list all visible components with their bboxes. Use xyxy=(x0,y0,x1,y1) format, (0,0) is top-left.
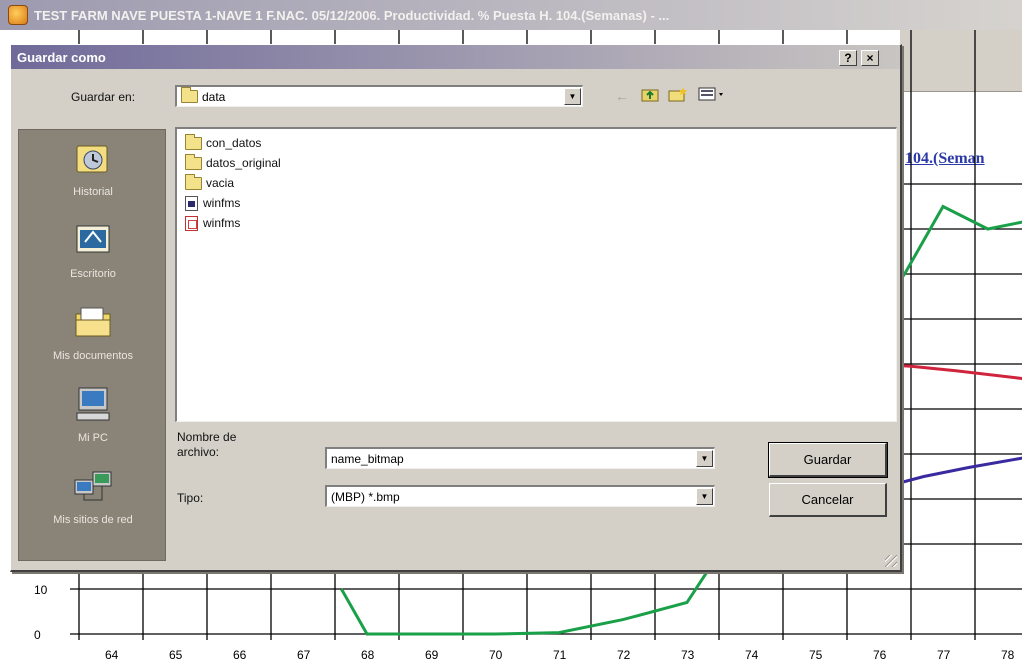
y-tick-label: 0 xyxy=(34,628,41,642)
place-my-documents[interactable]: Mis documentos xyxy=(19,298,167,380)
file-name: winfms xyxy=(203,196,241,210)
place-desktop[interactable]: Escritorio xyxy=(19,216,167,298)
list-item-file[interactable]: winfms xyxy=(181,213,896,233)
place-label: Mis documentos xyxy=(52,350,134,362)
application-icon xyxy=(185,195,198,211)
x-tick-label: 71 xyxy=(553,648,567,662)
dialog-title: Guardar como xyxy=(17,49,106,65)
save-as-dialog: Guardar como ? × Guardar en: data ▼ ← Hi… xyxy=(10,44,902,572)
x-tick-label: 73 xyxy=(681,648,695,662)
list-item-folder[interactable]: con_datos xyxy=(181,133,896,153)
x-tick-label: 65 xyxy=(169,648,183,662)
my-documents-icon xyxy=(75,307,111,337)
x-tick-label: 75 xyxy=(809,648,823,662)
close-button[interactable]: × xyxy=(861,50,879,66)
x-tick-label: 68 xyxy=(361,648,375,662)
folder-icon xyxy=(181,87,198,103)
view-menu-icon[interactable] xyxy=(697,86,727,106)
place-network[interactable]: Mis sitios de red xyxy=(19,462,167,544)
current-folder: data xyxy=(202,89,226,104)
desktop-icon xyxy=(76,225,110,253)
place-history[interactable]: Historial xyxy=(19,134,167,216)
x-tick-label: 69 xyxy=(425,648,439,662)
x-tick-label: 78 xyxy=(1001,648,1015,662)
x-tick-label: 67 xyxy=(297,648,311,662)
x-tick-label: 70 xyxy=(489,648,503,662)
filename-value: name_bitmap xyxy=(331,451,404,466)
places-bar: Historial Escritorio Mis documentos Mi P… xyxy=(18,129,166,561)
x-tick-label: 76 xyxy=(873,648,887,662)
up-folder-icon[interactable] xyxy=(639,86,661,106)
filename-input[interactable]: name_bitmap ▼ xyxy=(325,447,715,469)
file-name: datos_original xyxy=(206,156,281,170)
place-label: Mi PC xyxy=(78,432,108,444)
cancel-button[interactable]: Cancelar xyxy=(769,483,887,517)
dialog-title-bar[interactable]: Guardar como xyxy=(11,45,900,69)
save-in-label: Guardar en: xyxy=(71,90,136,104)
x-tick-label: 77 xyxy=(937,648,951,662)
save-in-combo[interactable]: data ▼ xyxy=(175,85,583,107)
x-tick-label: 64 xyxy=(105,648,119,662)
history-icon xyxy=(76,145,108,173)
place-label: Mis sitios de red xyxy=(53,514,133,526)
folder-icon xyxy=(185,153,202,170)
file-name: vacia xyxy=(206,176,235,190)
chevron-down-icon[interactable]: ▼ xyxy=(696,450,713,467)
place-label: Escritorio xyxy=(70,268,116,280)
file-type-value: (MBP) *.bmp xyxy=(331,489,400,504)
file-type-label: Tipo: xyxy=(177,491,204,505)
my-computer-icon xyxy=(76,387,110,421)
list-item-folder[interactable]: datos_original xyxy=(181,153,896,173)
place-label: Historial xyxy=(73,186,113,198)
help-button[interactable]: ? xyxy=(839,50,857,66)
chevron-down-icon[interactable]: ▼ xyxy=(564,88,581,105)
file-list[interactable]: con_datos datos_original vacia winfms wi… xyxy=(175,127,897,422)
x-tick-label: 74 xyxy=(745,648,759,662)
folder-icon xyxy=(185,133,202,150)
chevron-down-icon[interactable]: ▼ xyxy=(696,488,713,505)
file-name: winfms xyxy=(203,216,241,230)
bitmap-file-icon xyxy=(185,215,198,231)
place-my-computer[interactable]: Mi PC xyxy=(19,380,167,462)
x-tick-label: 66 xyxy=(233,648,247,662)
filename-label: Nombre de archivo: xyxy=(177,430,237,459)
x-tick-label: 72 xyxy=(617,648,631,662)
file-name: con_datos xyxy=(206,136,262,150)
back-icon[interactable]: ← xyxy=(611,86,633,106)
list-item-file[interactable]: winfms xyxy=(181,193,896,213)
list-item-folder[interactable]: vacia xyxy=(181,173,896,193)
y-tick-label: 10 xyxy=(34,583,48,597)
file-type-select[interactable]: (MBP) *.bmp ▼ xyxy=(325,485,715,507)
folder-icon xyxy=(185,173,202,190)
network-places-icon xyxy=(74,471,112,501)
new-folder-icon[interactable] xyxy=(667,86,689,106)
resize-grip[interactable] xyxy=(885,555,897,567)
save-button[interactable]: Guardar xyxy=(768,442,888,478)
